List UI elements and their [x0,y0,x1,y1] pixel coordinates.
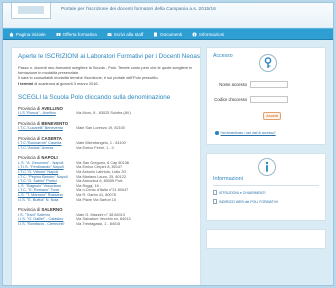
sidebar-extra-panel [206,229,326,249]
intro-text: Passo n. docenti neo-formatori scegliere… [18,65,194,86]
school-address: Via Enrico Fermi, 1 - 0 [76,145,114,150]
info-divider [213,185,319,186]
mail-icon [107,32,112,36]
pdf-icon [213,190,217,195]
doc-link-istruzioni-label: ISTRUZIONI e CHIARIMENTI [219,190,266,195]
province-name: SALERNO [41,207,63,213]
nav-offerta[interactable]: Offerta formativa [56,32,97,37]
doc-link-indirizzi-label: INDIRIZZI WEB dei POLI FORMATIVI [219,199,279,204]
province-block: Provincia di SALERNO I.S. "Trani" Salerno… [18,207,194,226]
school-row: I.I.S. "E. Buffoli" N. Nola Via Piave Via… [18,198,194,203]
province-name: AVELLINO [41,105,63,111]
site-logo[interactable] [11,3,51,19]
school-link[interactable]: I.I.S. "Bonifacio - Clermonti" [18,222,76,227]
nav-documenti[interactable]: Documenti [153,32,182,37]
nav-documenti-label: Documenti [160,31,183,37]
intro-deadline-text: di scadenza al giovedì 3 marzo 2016. [33,80,99,86]
forgot-credentials-label: Hai dimenticato i tuoi dati di accesso? [220,131,276,135]
username-label: Nome accesso [219,82,247,87]
home-icon [9,32,14,36]
province-name: NAPOLI [41,155,58,161]
info-icon [192,32,197,36]
school-link[interactable]: I.I.S "Ronca" - Avellino [18,111,76,116]
school-link[interactable]: I.T.C."Lucarelli" Benevento [18,126,76,131]
school-row: I.T.C."Lucarelli" Benevento Viale San Lor… [18,126,194,131]
nav-staff[interactable]: Scrivi alla staff [107,31,144,37]
nav-informazioni-label: Informazioni [199,31,225,37]
login-button-label: Accedi [266,114,278,118]
province-prefix: Provincia di [18,207,42,213]
intro-line-3: I termini di scadenza al giovedì 3 marzo… [18,81,194,86]
nav-staff-label: Scrivi alla staff [113,31,144,37]
province-block: Provincia di BENEVENTO I.T.C."Lucarelli" … [18,121,194,131]
site-header: Portale per l'iscrizione dei docenti for… [3,3,333,27]
province-name: BENEVENTO [41,120,69,126]
app-window: Portale per l'iscrizione dei docenti for… [2,2,334,286]
school-address: Via Moro, 8 - 83025 Solofra (AV) [76,111,131,116]
password-row: Codice d'accesso [213,96,288,103]
site-headline: Portale per l'iscrizione dei docenti for… [61,6,216,11]
username-row: Nome accesso [213,81,288,88]
main-navigation: Pagina iniziale Offerta formativa Scrivi… [3,28,333,40]
school-row: I.I.S "Ronca" - Avellino Via Moro, 8 - 83… [18,111,194,116]
page-title: Aperte le ISCRIZIONI ai Laboratori Forma… [18,53,201,60]
login-button[interactable]: Accedi [263,112,281,120]
password-input[interactable] [250,96,288,103]
info-badge-icon [258,158,276,176]
login-panel: Accesso Nome accesso Codice d'accesso Ac… [206,47,326,145]
school-address: Via Trentagassi, 1 - 84015 [76,221,121,226]
forgot-credentials-link[interactable]: Hai dimenticato i tuoi dati di accesso? [215,131,276,135]
province-prefix: Provincia di [18,120,42,126]
school-row: I.I.S. "Bonifacio - Clermonti" Via Trenta… [18,222,194,227]
info-title: Informazioni [213,176,243,182]
province-block: Provincia di CASERTA I.T.C."Buonarroti" C… [18,136,194,151]
section-title: SCEGLI la Scuola Polo cliccando sulla de… [18,93,171,101]
province-name: CASERTA [41,135,62,141]
pdf-icon [213,199,217,204]
school-address: Via Piave Via Sartori 10 [76,197,116,202]
province-list: Provincia di AVELLINO I.I.S "Ronca" - Ave… [18,106,194,227]
main-content: Aperte le ISCRIZIONI ai Laboratori Forma… [11,47,201,285]
school-address: Viale San Lorenzo 19, 82100 [76,126,125,131]
key-icon [259,54,277,72]
username-input[interactable] [250,81,288,88]
school-link[interactable]: I.I.S. "E. Buffoli" N. Nola [18,198,76,203]
doc-link-indirizzi[interactable]: INDIRIZZI WEB dei POLI FORMATIVI [213,199,319,204]
province-prefix: Provincia di [18,155,42,161]
sidebar: Accesso Nome accesso Codice d'accesso Ac… [206,47,326,249]
info-panel: Informazioni ISTRUZIONI e CHIARIMENTI IN… [206,153,326,221]
book-icon [56,32,61,36]
password-label: Codice d'accesso [214,97,247,102]
school-link[interactable]: I.T.C."Amicis" Aversa [18,146,76,151]
nav-home[interactable]: Pagina iniziale [9,32,46,37]
intro-deadline-prefix: I termini [18,80,34,86]
document-icon [154,32,158,36]
school-row: I.T.C."Amicis" Aversa Via Enrico Fermi, 1… [18,146,194,151]
province-prefix: Provincia di [18,105,42,111]
intro-line-1: Passo n. docenti neo-formatori scegliere… [18,65,193,76]
nav-informazioni[interactable]: Informazioni [192,32,224,37]
province-block: Provincia di AVELLINO I.I.S "Ronca" - Ave… [18,106,194,116]
province-block: Provincia di NAPOLI L.S. "A. Genovesi" - … [18,155,194,202]
bullet-icon [215,131,219,135]
nav-home-label: Pagina iniziale [16,31,46,37]
nav-offerta-label: Offerta formativa [62,31,97,37]
province-prefix: Provincia di [18,135,42,141]
doc-link-istruzioni[interactable]: ISTRUZIONI e CHIARIMENTI [213,190,319,195]
